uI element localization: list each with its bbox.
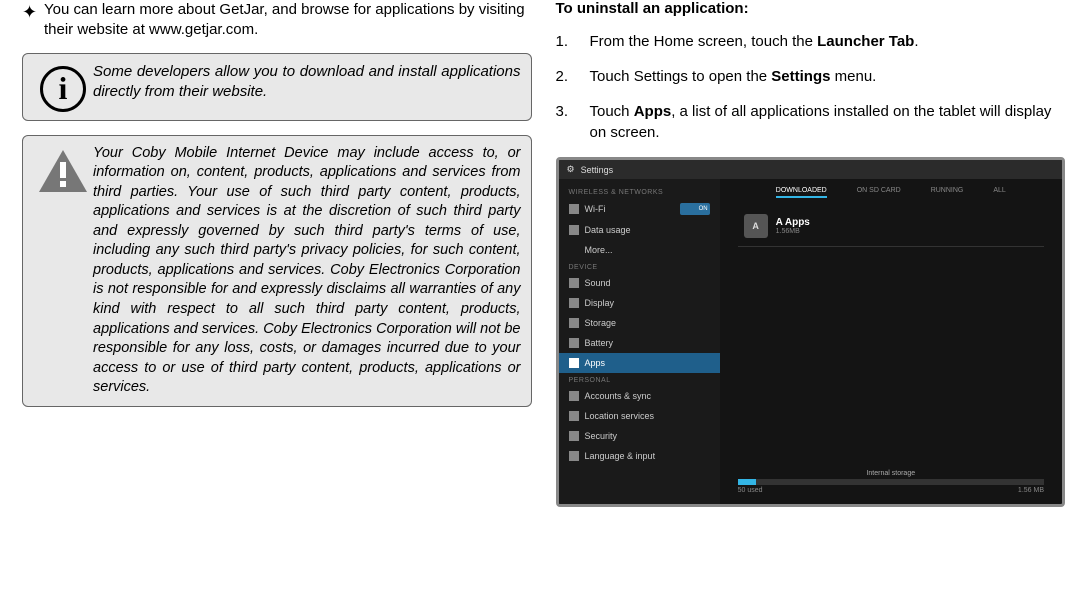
- sidebar-item-display[interactable]: Display: [559, 293, 720, 313]
- app-icon: A: [744, 214, 768, 238]
- storage-total: 1.56 MB: [1018, 487, 1044, 494]
- sidebar-item-apps[interactable]: Apps: [559, 353, 720, 373]
- info-callout: i Some developers allow you to download …: [22, 53, 532, 121]
- step-2: Touch Settings to open the Settings menu…: [590, 66, 1066, 87]
- sidebar-item-language[interactable]: Language & input: [559, 446, 720, 466]
- sidebar-item-accounts[interactable]: Accounts & sync: [559, 386, 720, 406]
- sidebar-item-wifi[interactable]: Wi-Fi ON: [559, 198, 720, 220]
- sidebar-item-storage[interactable]: Storage: [559, 313, 720, 333]
- shot-titlebar: ⚙ Settings: [559, 160, 1063, 179]
- star-bullet-icon: ✦: [22, 0, 44, 24]
- tab-sdcard[interactable]: ON SD CARD: [857, 187, 901, 198]
- tab-downloaded[interactable]: DOWNLOADED: [776, 187, 827, 198]
- sound-icon: [569, 278, 579, 288]
- location-icon: [569, 411, 579, 421]
- sidebar-hdr-wireless: WIRELESS & NETWORKS: [559, 185, 720, 198]
- step-3: Touch Apps, a list of all applications i…: [590, 101, 1066, 143]
- wifi-toggle[interactable]: ON: [680, 203, 710, 215]
- warning-callout-text: Your Coby Mobile Internet Device may inc…: [93, 144, 521, 398]
- sidebar-item-security[interactable]: Security: [559, 426, 720, 446]
- language-icon: [569, 451, 579, 461]
- warning-callout: Your Coby Mobile Internet Device may inc…: [22, 135, 532, 407]
- settings-screenshot: ⚙ Settings WIRELESS & NETWORKS Wi-Fi ON …: [556, 157, 1066, 507]
- storage-icon: [569, 318, 579, 328]
- info-icon: i: [40, 66, 86, 112]
- wifi-icon: [569, 204, 579, 214]
- accounts-icon: [569, 391, 579, 401]
- data-icon: [569, 225, 579, 235]
- app-list-item[interactable]: A A Apps 1.56MB: [738, 206, 1044, 247]
- shot-tabs: DOWNLOADED ON SD CARD RUNNING ALL: [738, 187, 1044, 198]
- storage-indicator: Internal storage 50 used 1.56 MB: [738, 470, 1044, 494]
- step-1: From the Home screen, touch the Launcher…: [590, 31, 1066, 52]
- sidebar-hdr-device: DEVICE: [559, 260, 720, 273]
- storage-label: Internal storage: [738, 470, 1044, 477]
- warning-icon: [37, 148, 89, 198]
- battery-icon: [569, 338, 579, 348]
- app-size: 1.56MB: [776, 228, 810, 235]
- shot-sidebar: WIRELESS & NETWORKS Wi-Fi ON Data usage …: [559, 179, 720, 504]
- info-callout-text: Some developers allow you to download an…: [93, 62, 521, 103]
- tab-running[interactable]: RUNNING: [931, 187, 964, 198]
- apps-icon: [569, 358, 579, 368]
- app-name: A Apps: [776, 217, 810, 228]
- security-icon: [569, 431, 579, 441]
- sidebar-item-data-usage[interactable]: Data usage: [559, 220, 720, 240]
- getjar-text: You can learn more about GetJar, and bro…: [44, 0, 532, 41]
- storage-used: 50 used: [738, 487, 763, 494]
- sidebar-hdr-personal: PERSONAL: [559, 373, 720, 386]
- uninstall-title: To uninstall an application:: [556, 0, 1066, 17]
- shot-title: Settings: [581, 165, 614, 175]
- sidebar-item-sound[interactable]: Sound: [559, 273, 720, 293]
- uninstall-steps: From the Home screen, touch the Launcher…: [556, 31, 1066, 143]
- tab-all[interactable]: ALL: [993, 187, 1005, 198]
- sidebar-item-battery[interactable]: Battery: [559, 333, 720, 353]
- settings-gear-icon: ⚙: [567, 164, 575, 175]
- sidebar-item-more[interactable]: More...: [559, 240, 720, 260]
- display-icon: [569, 298, 579, 308]
- sidebar-item-location[interactable]: Location services: [559, 406, 720, 426]
